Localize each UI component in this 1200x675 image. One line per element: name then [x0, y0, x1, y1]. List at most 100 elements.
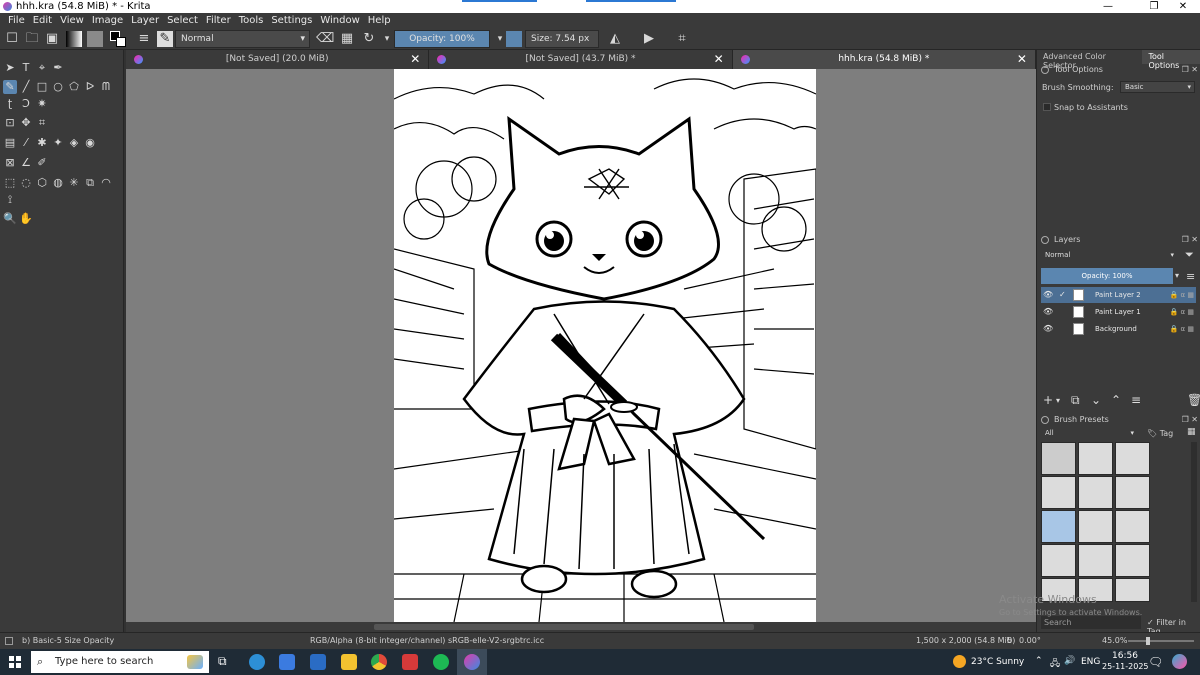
move-up-icon[interactable]: ⌃	[1111, 393, 1121, 407]
preset-search-input[interactable]: Search	[1041, 616, 1141, 629]
menu-view[interactable]: View	[56, 15, 88, 26]
eraser-icon[interactable]: ⌫	[316, 31, 334, 47]
volume-icon[interactable]: 🔊	[1064, 656, 1075, 666]
add-layer-icon[interactable]: +	[1043, 393, 1053, 407]
layer-item[interactable]: 👁 ✓ Paint Layer 2 🔒 α ▦	[1041, 287, 1196, 303]
alpha-lock-icon[interactable]: ▦	[339, 31, 355, 47]
rectangle-tool-icon[interactable]: □	[35, 80, 49, 94]
brush-preset-3[interactable]	[1115, 442, 1150, 475]
scrollbar-thumb[interactable]	[374, 624, 754, 630]
copilot-icon[interactable]	[1172, 654, 1187, 669]
color-picker-icon[interactable]: ⁄	[19, 136, 33, 150]
opacity-slider[interactable]: Opacity: 100%	[394, 30, 490, 48]
save-icon[interactable]: ▣	[44, 31, 60, 47]
contiguous-select-icon[interactable]: ✳	[67, 176, 81, 190]
eye-icon[interactable]: 👁	[1043, 304, 1053, 320]
pan-tool-icon[interactable]: ✋	[19, 212, 33, 226]
delete-layer-icon[interactable]: 🗑	[1187, 393, 1200, 407]
menu-file[interactable]: File	[4, 15, 29, 26]
drawing-canvas[interactable]	[394, 69, 816, 622]
freehand-select-icon[interactable]: ◍	[51, 176, 65, 190]
taskbar-search-input[interactable]: ⌕ Type here to search	[31, 651, 209, 673]
brush-preset-11[interactable]	[1078, 544, 1113, 577]
preset-scrollbar[interactable]	[1191, 442, 1197, 602]
menu-icon[interactable]: ≡	[1186, 270, 1195, 283]
properties-icon[interactable]: ≡	[1131, 393, 1141, 407]
tab-advanced-color-selector[interactable]: Advanced Color Selector	[1037, 50, 1142, 70]
eye-icon[interactable]: 👁	[1043, 321, 1053, 337]
fill-bucket-icon[interactable]: ◈	[67, 136, 81, 150]
tab-doc-3[interactable]: hhh.kra (54.8 MiB) * ✕	[732, 50, 1036, 69]
close-button[interactable]: ✕	[1160, 0, 1200, 13]
app-red-icon[interactable]	[402, 654, 418, 670]
network-icon[interactable]: 🖧	[1050, 656, 1060, 672]
eye-icon[interactable]: 👁	[1043, 287, 1053, 303]
blend-mode-select[interactable]: Normal ▾	[175, 30, 310, 48]
size-slider[interactable]: Size: 7.54 px	[525, 30, 599, 48]
task-view-icon[interactable]: ⧉	[218, 654, 234, 670]
magnetic-select-icon[interactable]: ⟟	[3, 193, 17, 207]
minimize-button[interactable]: —	[1085, 0, 1131, 13]
freehand-path-icon[interactable]: ʈ	[3, 97, 17, 111]
assistant-tool-icon[interactable]: ⊠	[3, 156, 17, 170]
menu-filter[interactable]: Filter	[202, 15, 235, 26]
bezier-select-icon[interactable]: ◠	[99, 176, 113, 190]
polygon-select-icon[interactable]: ⬡	[35, 176, 49, 190]
crop-transform-icon[interactable]: ⊡	[3, 116, 17, 130]
zoom-slider[interactable]	[1128, 637, 1194, 645]
brush-smoothing-select[interactable]: Basic ▾	[1120, 81, 1195, 93]
brush-preset-12[interactable]	[1115, 544, 1150, 577]
close-icon[interactable]: ✕	[410, 50, 420, 69]
preset-filter-select[interactable]: All ▾	[1041, 428, 1137, 440]
snap-checkbox[interactable]	[1043, 103, 1051, 111]
tab-doc-2[interactable]: [Not Saved] (43.7 MiB) * ✕	[429, 50, 733, 69]
float-close-icon[interactable]: ❐ ✕	[1182, 64, 1198, 76]
zoom-slider-handle[interactable]	[1146, 637, 1150, 645]
brush-preset-7[interactable]	[1041, 510, 1076, 543]
brush-color-swatch[interactable]	[506, 31, 522, 47]
tab-tool-options[interactable]: Tool Options	[1142, 50, 1200, 70]
reload-preset-icon[interactable]: ↻	[361, 31, 377, 47]
duplicate-layer-icon[interactable]: ⧉	[1071, 393, 1080, 408]
clock-time[interactable]: 16:56	[1112, 651, 1138, 661]
move-tool-icon[interactable]: ✥	[19, 116, 33, 130]
layer-item[interactable]: 👁 Background 🔒 α ▦	[1041, 321, 1196, 337]
pattern-icon[interactable]	[87, 31, 103, 47]
gradient-icon[interactable]	[66, 31, 82, 47]
filter-icon[interactable]: ⏷	[1185, 248, 1194, 262]
store-icon[interactable]	[279, 654, 295, 670]
line-tool-icon[interactable]: ╱	[19, 80, 33, 94]
language-indicator[interactable]: ENG	[1081, 657, 1100, 667]
enclose-fill-icon[interactable]: ◉	[83, 136, 97, 150]
brush-preset-15[interactable]	[1115, 578, 1150, 602]
similar-select-icon[interactable]: ⧉	[83, 176, 97, 190]
brush-preset-9[interactable]	[1115, 510, 1150, 543]
freehand-brush-icon[interactable]: ✎	[3, 80, 17, 94]
lock-alpha-icons[interactable]: 🔒 α ▦	[1170, 304, 1194, 320]
ellipse-select-icon[interactable]: ◌	[19, 176, 33, 190]
wrap-around-icon[interactable]: ⌗	[674, 31, 690, 47]
multibrush-icon[interactable]: ✷	[35, 97, 49, 111]
tab-doc-1[interactable]: [Not Saved] (20.0 MiB) ✕	[126, 50, 430, 69]
reference-tool-icon[interactable]: ✐	[35, 156, 49, 170]
brush-preset-1[interactable]	[1041, 442, 1076, 475]
brush-preset-10[interactable]	[1041, 544, 1076, 577]
tag-button[interactable]: 🏷 Tag	[1147, 429, 1173, 438]
measure-tool-icon[interactable]: ∠	[19, 156, 33, 170]
new-document-icon[interactable]: ☐	[4, 31, 20, 47]
spotify-icon[interactable]	[433, 654, 449, 670]
chevron-down-icon[interactable]: ▾	[1056, 396, 1060, 405]
chrome-icon[interactable]	[371, 654, 387, 670]
tray-chevron-icon[interactable]: ⌃	[1035, 656, 1043, 666]
menu-select[interactable]: Select	[163, 15, 202, 26]
float-close-icon[interactable]: ❐ ✕	[1182, 414, 1198, 426]
text-tool-icon[interactable]: T	[19, 61, 33, 75]
file-explorer-icon[interactable]	[341, 654, 357, 670]
mirror-vertical-icon[interactable]: ▶	[641, 31, 657, 47]
menu-settings[interactable]: Settings	[267, 15, 316, 26]
menu-edit[interactable]: Edit	[29, 15, 56, 26]
krita-taskbar-icon[interactable]	[464, 654, 480, 670]
crop-tool-icon[interactable]: ⌗	[35, 116, 49, 130]
fg-bg-color-icon[interactable]	[110, 31, 126, 47]
edge-icon[interactable]	[249, 654, 265, 670]
